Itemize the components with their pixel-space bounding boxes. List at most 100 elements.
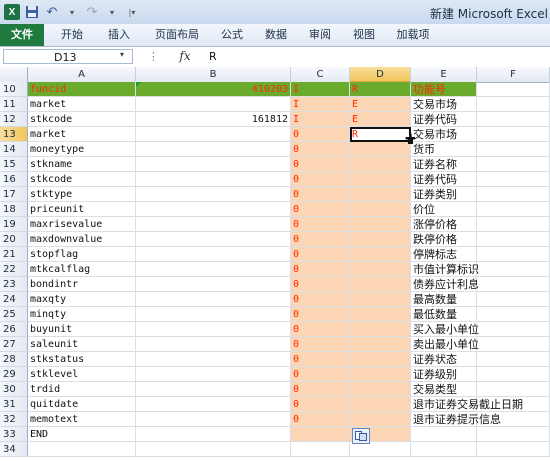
cell-c24[interactable]: 0 — [291, 292, 350, 307]
cell-b17[interactable] — [136, 187, 291, 202]
row-header[interactable]: 24 — [0, 292, 28, 307]
cell-e34[interactable] — [411, 442, 477, 457]
cell-e11[interactable]: 交易市场 — [411, 97, 477, 112]
cell-f34[interactable] — [477, 442, 550, 457]
cell-f15[interactable] — [477, 157, 550, 172]
cell-e33[interactable] — [411, 427, 477, 442]
cell-e10[interactable]: 功能号 — [411, 82, 477, 97]
row-header[interactable]: 27 — [0, 337, 28, 352]
cell-f16[interactable] — [477, 172, 550, 187]
cell-a14[interactable]: moneytype — [28, 142, 136, 157]
cell-a20[interactable]: maxdownvalue — [28, 232, 136, 247]
cell-b11[interactable] — [136, 97, 291, 112]
cell-c33[interactable] — [291, 427, 350, 442]
row-header[interactable]: 17 — [0, 187, 28, 202]
cell-e17[interactable]: 证券类别 — [411, 187, 477, 202]
cell-a19[interactable]: maxrisevalue — [28, 217, 136, 232]
cell-c11[interactable]: I — [291, 97, 350, 112]
cell-e30[interactable]: 交易类型 — [411, 382, 477, 397]
cell-e20[interactable]: 跌停价格 — [411, 232, 477, 247]
cell-b19[interactable] — [136, 217, 291, 232]
cell-d23[interactable] — [350, 277, 411, 292]
cell-a21[interactable]: stopflag — [28, 247, 136, 262]
undo-dropdown-icon[interactable]: ▾ — [64, 4, 80, 20]
cell-f13[interactable] — [477, 127, 550, 142]
cell-f21[interactable] — [477, 247, 550, 262]
cell-b30[interactable] — [136, 382, 291, 397]
cell-e18[interactable]: 价位 — [411, 202, 477, 217]
customize-toolbar-icon[interactable]: |▾ — [124, 4, 140, 20]
cell-c22[interactable]: 0 — [291, 262, 350, 277]
row-header[interactable]: 25 — [0, 307, 28, 322]
tab-view[interactable]: 视图 — [344, 24, 384, 46]
cell-a29[interactable]: stklevel — [28, 367, 136, 382]
cell-d30[interactable] — [350, 382, 411, 397]
column-header-a[interactable]: A — [28, 67, 136, 82]
row-header[interactable]: 32 — [0, 412, 28, 427]
name-box[interactable]: D13 — [3, 49, 133, 64]
column-header-e[interactable]: E — [411, 67, 477, 82]
cell-e26[interactable]: 买入最小单位 — [411, 322, 479, 337]
excel-logo-icon[interactable]: X — [4, 4, 20, 20]
cell-d20[interactable] — [350, 232, 411, 247]
cell-a13[interactable]: market — [28, 127, 136, 142]
cell-f26[interactable] — [477, 322, 550, 337]
column-header-c[interactable]: C — [291, 67, 350, 82]
cell-a25[interactable]: minqty — [28, 307, 136, 322]
cell-c25[interactable]: 0 — [291, 307, 350, 322]
row-header[interactable]: 18 — [0, 202, 28, 217]
cell-b21[interactable] — [136, 247, 291, 262]
cell-f24[interactable] — [477, 292, 550, 307]
cell-a34[interactable] — [28, 442, 136, 457]
error-indicator-icon[interactable] — [136, 82, 141, 87]
cell-d12[interactable]: E — [350, 112, 411, 127]
tab-review[interactable]: 审阅 — [300, 24, 340, 46]
row-header[interactable]: 14 — [0, 142, 28, 157]
cell-b32[interactable] — [136, 412, 291, 427]
row-header[interactable]: 28 — [0, 352, 28, 367]
cell-e25[interactable]: 最低数量 — [411, 307, 477, 322]
cell-d22[interactable] — [350, 262, 411, 277]
cell-e16[interactable]: 证券代码 — [411, 172, 477, 187]
cell-d24[interactable] — [350, 292, 411, 307]
cell-d13[interactable]: R — [350, 127, 411, 142]
cell-c12[interactable]: I — [291, 112, 350, 127]
cell-f12[interactable] — [477, 112, 550, 127]
select-all-corner[interactable] — [0, 67, 28, 82]
cell-a17[interactable]: stktype — [28, 187, 136, 202]
cell-c18[interactable]: 0 — [291, 202, 350, 217]
cell-a32[interactable]: memotext — [28, 412, 136, 427]
cell-a11[interactable]: market — [28, 97, 136, 112]
tab-file[interactable]: 文件 — [0, 24, 44, 46]
cell-a24[interactable]: maxqty — [28, 292, 136, 307]
cell-b24[interactable] — [136, 292, 291, 307]
formula-input[interactable]: R — [209, 49, 544, 64]
cell-c29[interactable]: 0 — [291, 367, 350, 382]
cell-f31[interactable] — [477, 397, 550, 412]
cell-a27[interactable]: saleunit — [28, 337, 136, 352]
cell-b16[interactable] — [136, 172, 291, 187]
cell-c23[interactable]: 0 — [291, 277, 350, 292]
row-header[interactable]: 34 — [0, 442, 28, 457]
row-header[interactable]: 19 — [0, 217, 28, 232]
cell-b10[interactable]: 410203 — [136, 82, 291, 97]
column-header-f[interactable]: F — [477, 67, 550, 82]
cell-c21[interactable]: 0 — [291, 247, 350, 262]
cell-a22[interactable]: mtkcalflag — [28, 262, 136, 277]
cell-d28[interactable] — [350, 352, 411, 367]
cell-c13[interactable]: 0 — [291, 127, 350, 142]
cell-d18[interactable] — [350, 202, 411, 217]
undo-icon[interactable]: ↶ — [44, 4, 60, 20]
row-header[interactable]: 31 — [0, 397, 28, 412]
cell-f25[interactable] — [477, 307, 550, 322]
cell-a16[interactable]: stkcode — [28, 172, 136, 187]
row-header[interactable]: 10 — [0, 82, 28, 97]
cell-b27[interactable] — [136, 337, 291, 352]
cell-e24[interactable]: 最高数量 — [411, 292, 477, 307]
formula-bar-resize-handle[interactable]: ⋮ — [148, 50, 160, 63]
row-header[interactable]: 21 — [0, 247, 28, 262]
cell-d27[interactable] — [350, 337, 411, 352]
tab-home[interactable]: 开始 — [52, 24, 92, 46]
cell-b29[interactable] — [136, 367, 291, 382]
cell-a23[interactable]: bondintr — [28, 277, 136, 292]
